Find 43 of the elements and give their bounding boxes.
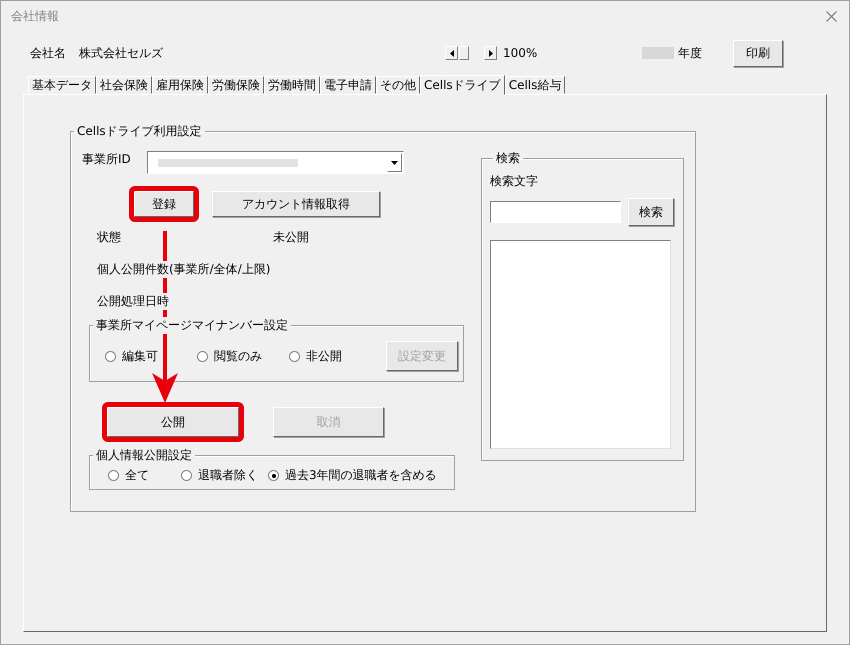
search-field[interactable] [490,201,621,223]
print-button[interactable]: 印刷 [733,40,783,66]
year-label: 年度 [678,44,703,62]
search-text-label: 検索文字 [490,173,539,190]
tab[interactable]: その他 [376,76,420,94]
action-button[interactable]: アカウント情報取得 [212,191,380,217]
right-arrow-icon [488,50,492,56]
dropdown-arrow-icon [391,160,398,164]
radio-option[interactable]: 編集可 [105,348,197,364]
scroll-thumb[interactable] [459,46,469,60]
status-value: 未公開 [273,229,310,246]
radio-option[interactable]: 全て [108,467,181,484]
search-button[interactable]: 検索 [628,198,674,226]
close-icon[interactable] [826,10,837,22]
blurred-year-field [642,47,674,59]
radio-option[interactable]: 過去3年間の退職者を含める [268,467,437,484]
scroll-right-button[interactable] [484,46,497,60]
group-title: 検索 [495,150,521,167]
group-title: 事業所マイページマイナンバー設定 [93,317,291,334]
window-title: 会社情報 [11,8,59,24]
radio-option[interactable]: 閲覧のみ [197,348,289,364]
tab[interactable]: 基本データ [28,76,96,94]
tab[interactable]: 雇用保険 [152,76,208,94]
tab[interactable]: 電子申請 [320,76,376,94]
radio-option[interactable]: 非公開 [289,348,381,364]
status-label: 公開処理日時 [97,293,169,310]
office-id-dropdown[interactable] [147,151,404,174]
tab[interactable]: Cells給与 [504,76,566,94]
group-title: 個人情報公開設定 [93,447,195,464]
tab[interactable]: Cellsドライブ [420,75,505,95]
radio-option[interactable]: 退職者除く [181,467,268,484]
office-id-label: 事業所ID [82,151,132,168]
tab[interactable]: 社会保険 [96,76,152,94]
tab[interactable]: 労働時間 [264,76,320,94]
zoom-percent: 100% [503,46,538,60]
status-label: 個人公開件数(事業所/全体/上限) [97,261,270,278]
group-title: Cellsドライブ利用設定 [76,123,203,140]
company-name: 株式会社セルズ [79,44,164,62]
company-label: 会社名 [30,44,67,62]
tab[interactable]: 労働保険 [208,76,264,94]
status-label: 状態 [97,229,121,246]
scroll-left-button[interactable] [445,46,458,60]
left-arrow-icon [450,50,454,56]
